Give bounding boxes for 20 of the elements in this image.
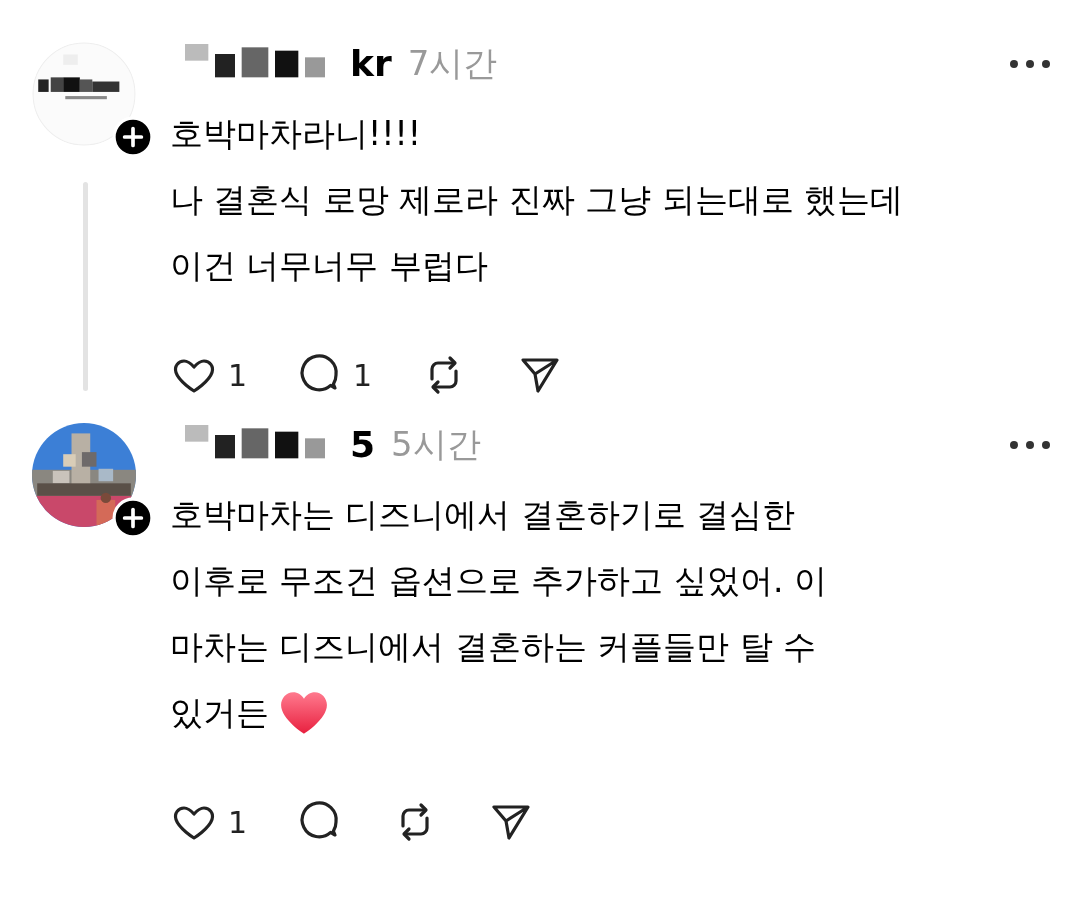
comment-line: 호박마차라니!!!! [170,113,421,156]
comment-line: 이건 너무너무 부럽다 [170,245,488,288]
like-count: 1 [228,356,248,395]
comment-line: 나 결혼식 로망 제로라 진짜 그냥 되는대로 했는데 [170,179,904,222]
comment-line: 있거든 [170,692,269,735]
timestamp: 5시간 [391,424,481,466]
comment-line: 마차는 디즈니에서 결혼하는 커플들만 탈 수 [170,626,817,669]
reply-button[interactable]: 1 [295,351,373,400]
like-button[interactable]: 1 [170,351,248,400]
follow-plus-icon[interactable] [112,116,154,158]
like-button[interactable]: 1 [170,798,248,847]
more-icon[interactable] [1008,57,1052,70]
timestamp: 7시간 [407,43,498,84]
comment-line: 호박마차는 디즈니에서 결혼하기로 결심한 [170,494,796,537]
more-icon[interactable] [1008,438,1052,451]
like-count: 1 [228,803,248,842]
comment-line: 이후로 무조건 옵션으로 추가하고 싶었어. 이 [170,560,827,603]
username[interactable]: kr [350,42,392,86]
reply-count: 1 [353,356,373,395]
username[interactable]: 5 [350,423,376,467]
